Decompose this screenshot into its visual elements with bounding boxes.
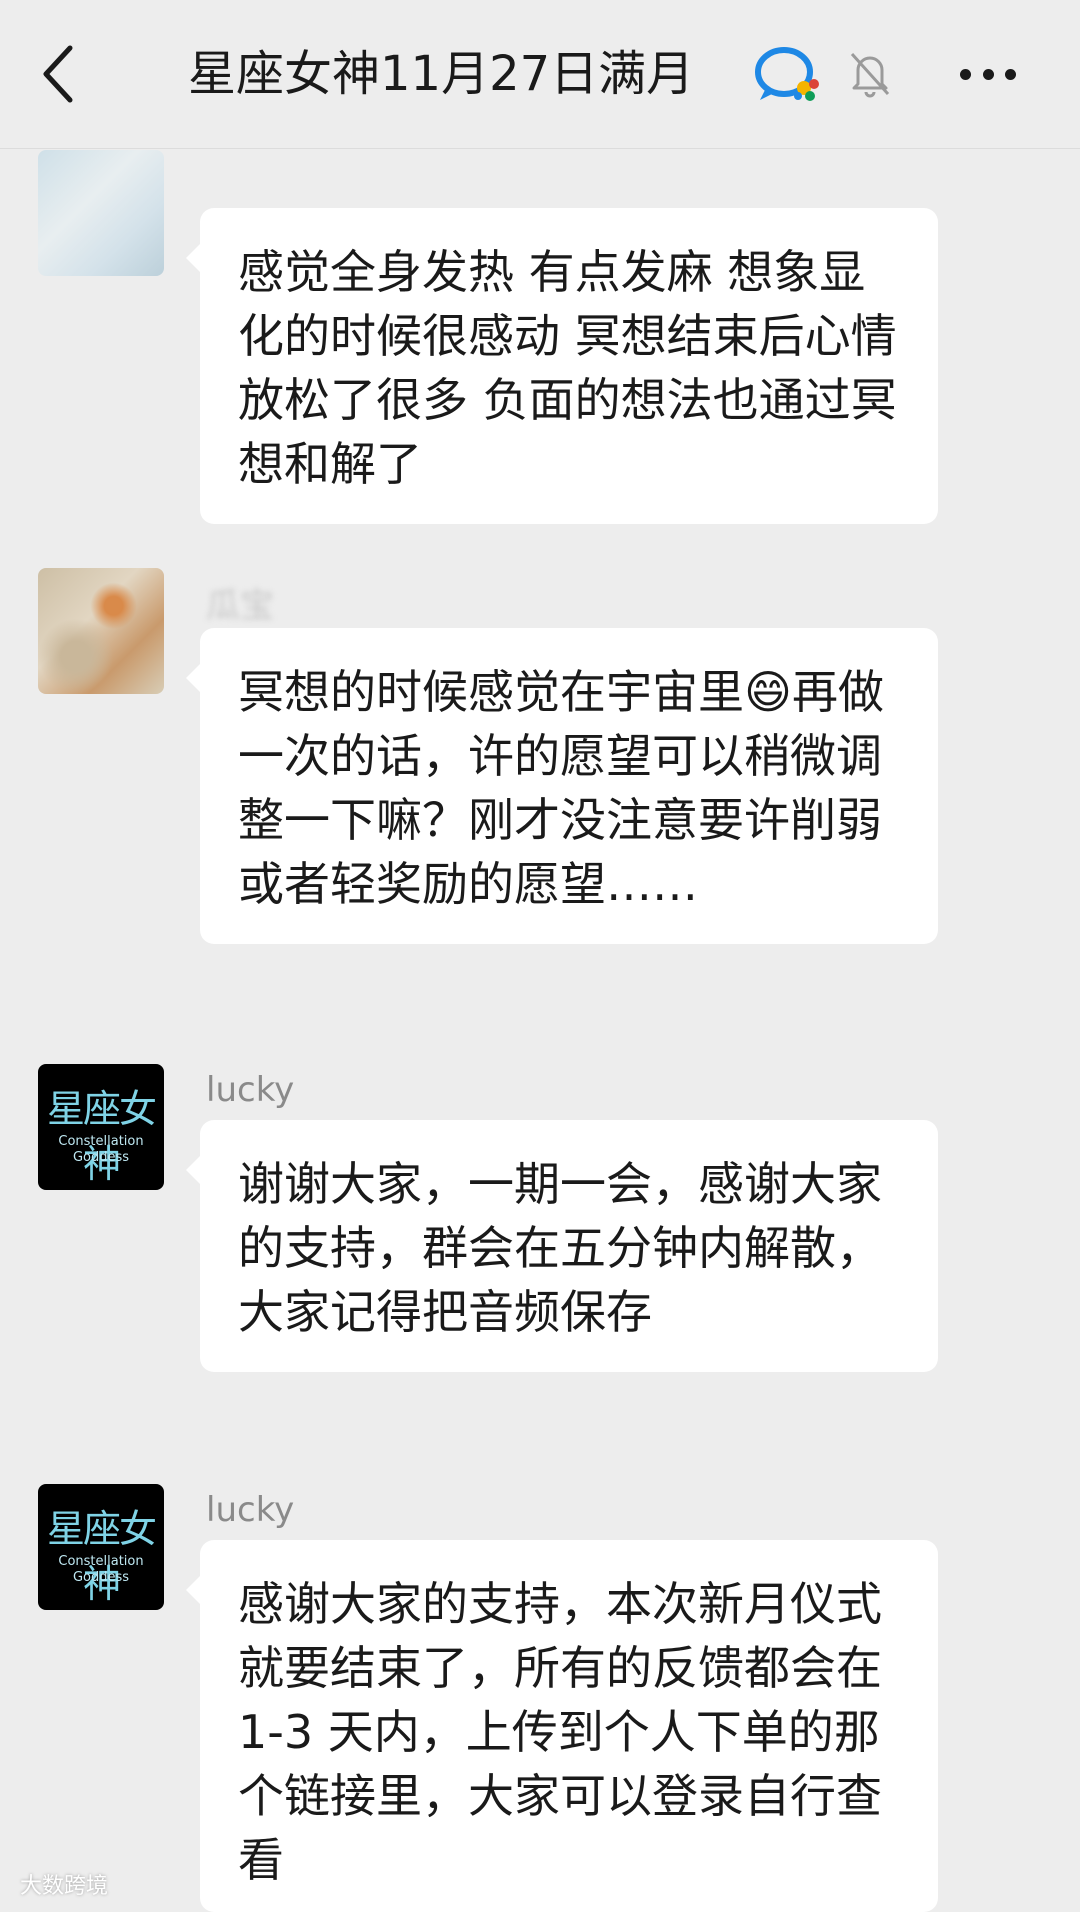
message-bubble[interactable]: 冥想的时候感觉在宇宙里😄再做一次的话，许的愿望可以稍微调整一下嘛？刚才没注意要许… xyxy=(186,628,938,944)
sender-name: 瓜宝 xyxy=(206,586,274,626)
message-text: 感觉全身发热 有点发麻 想象显化的时候很感动 冥想结束后心情放松了很多 负面的想… xyxy=(238,245,897,491)
message-text: 感谢大家的支持，本次新月仪式就要结束了，所有的反馈都会在 1-3 天内，上传到个… xyxy=(238,1577,882,1887)
chevron-left-icon xyxy=(43,45,73,103)
back-button[interactable] xyxy=(40,38,100,110)
avatar[interactable] xyxy=(38,568,164,694)
bell-muted-icon xyxy=(850,52,890,98)
watermark: 大数跨境 xyxy=(20,1874,109,1899)
message-text: 谢谢大家，一期一会，感谢大家的支持，群会在五分钟内解散，大家记得把音频保存 xyxy=(238,1157,882,1339)
message-bubble[interactable]: 谢谢大家，一期一会，感谢大家的支持，群会在五分钟内解散，大家记得把音频保存 xyxy=(186,1120,938,1372)
message-bubble[interactable]: 感觉全身发热 有点发麻 想象显化的时候很感动 冥想结束后心情放松了很多 负面的想… xyxy=(186,208,938,524)
avatar[interactable]: 星座女神 Constellation Goddess xyxy=(38,1484,164,1610)
more-options-button[interactable] xyxy=(960,66,1016,82)
message-bubble[interactable]: 感谢大家的支持，本次新月仪式就要结束了，所有的反馈都会在 1-3 天内，上传到个… xyxy=(186,1540,938,1912)
chat-title[interactable]: 星座女神11月27日满月 xyxy=(188,40,694,108)
message-text: 冥想的时候感觉在宇宙里😄再做一次的话，许的愿望可以稍微调整一下嘛？刚才没注意要许… xyxy=(238,665,884,911)
sender-name: lucky xyxy=(206,1490,295,1530)
sender-name: lucky xyxy=(206,1070,295,1110)
group-chat-icon[interactable] xyxy=(752,44,824,104)
more-dots-icon xyxy=(960,68,971,80)
avatar[interactable] xyxy=(38,150,164,276)
chat-header: 星座女神11月27日满月 xyxy=(0,0,1080,149)
avatar[interactable]: 星座女神 Constellation Goddess xyxy=(38,1064,164,1190)
